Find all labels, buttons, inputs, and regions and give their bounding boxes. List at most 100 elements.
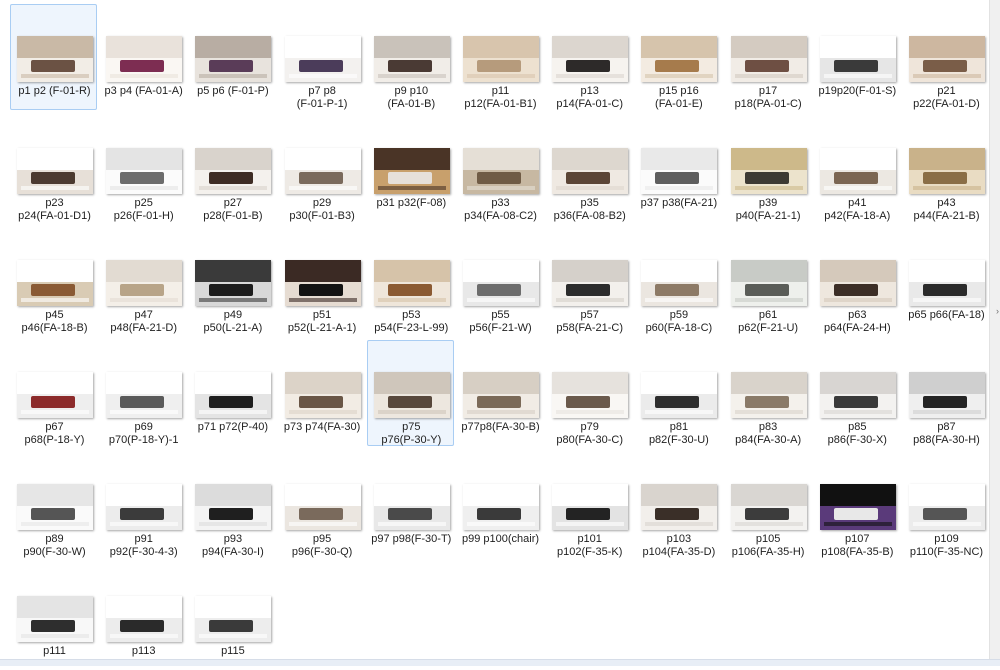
file-tile[interactable]: p103 p104(FA-35-D) bbox=[634, 452, 721, 558]
file-tile[interactable]: p51 p52(L-21-A-1) bbox=[278, 228, 365, 334]
file-tile[interactable]: p61 p62(F-21-U) bbox=[724, 228, 811, 334]
image-thumbnail[interactable] bbox=[373, 484, 450, 530]
file-tile[interactable]: p63 p64(FA-24-H) bbox=[813, 228, 900, 334]
image-thumbnail[interactable] bbox=[106, 260, 183, 306]
image-thumbnail[interactable] bbox=[730, 260, 807, 306]
file-tile[interactable]: p109 p110(F-35-NC) bbox=[902, 452, 989, 558]
file-tile[interactable]: p111 bbox=[10, 564, 97, 670]
file-tile[interactable]: p45 p46(FA-18-B) bbox=[10, 228, 97, 334]
file-tile[interactable]: p3 p4 (FA-01-A) bbox=[99, 4, 186, 110]
file-tile[interactable]: p33 p34(FA-08-C2) bbox=[456, 116, 543, 222]
file-tile[interactable]: p57 p58(FA-21-C) bbox=[545, 228, 632, 334]
image-thumbnail[interactable] bbox=[106, 484, 183, 530]
file-tile[interactable]: p35 p36(FA-08-B2) bbox=[545, 116, 632, 222]
image-thumbnail[interactable] bbox=[463, 148, 539, 194]
file-tile[interactable]: p83 p84(FA-30-A) bbox=[724, 340, 811, 446]
image-thumbnail[interactable] bbox=[552, 484, 629, 530]
file-tile[interactable]: p77p8(FA-30-B) bbox=[456, 340, 543, 446]
image-thumbnail[interactable] bbox=[641, 36, 718, 82]
image-thumbnail[interactable] bbox=[284, 372, 361, 418]
file-tile[interactable]: p107 p108(FA-35-B) bbox=[813, 452, 900, 558]
file-tile[interactable]: p9 p10 (FA-01-B) bbox=[367, 4, 454, 110]
file-tile[interactable]: p27 p28(F-01-B) bbox=[188, 116, 275, 222]
file-tile[interactable]: p91 p92(F-30-4-3) bbox=[99, 452, 186, 558]
file-tile[interactable]: p11 p12(FA-01-B1) bbox=[456, 4, 543, 110]
file-tile[interactable]: p87 p88(FA-30-H) bbox=[902, 340, 989, 446]
file-tile[interactable]: p85 p86(F-30-X) bbox=[813, 340, 900, 446]
image-thumbnail[interactable] bbox=[730, 372, 807, 418]
file-tile[interactable]: p17 p18(PA-01-C) bbox=[724, 4, 811, 110]
file-tile[interactable]: p13 p14(FA-01-C) bbox=[545, 4, 632, 110]
image-thumbnail[interactable] bbox=[463, 484, 539, 530]
image-thumbnail[interactable] bbox=[819, 36, 896, 82]
image-thumbnail[interactable] bbox=[730, 484, 807, 530]
file-tile[interactable]: p37 p38(FA-21) bbox=[634, 116, 721, 222]
file-tile[interactable]: p69 p70(P-18-Y)-1 bbox=[99, 340, 186, 446]
file-tile[interactable]: p113 bbox=[99, 564, 186, 670]
image-thumbnail[interactable] bbox=[463, 372, 539, 418]
image-thumbnail[interactable] bbox=[17, 372, 93, 418]
file-tile[interactable]: p41 p42(FA-18-A) bbox=[813, 116, 900, 222]
file-tile[interactable]: p99 p100(chair) bbox=[456, 452, 543, 558]
image-thumbnail[interactable] bbox=[106, 36, 183, 82]
image-thumbnail[interactable] bbox=[106, 596, 183, 642]
image-thumbnail[interactable] bbox=[284, 36, 361, 82]
image-thumbnail[interactable] bbox=[909, 260, 985, 306]
file-tile[interactable]: p67 p68(P-18-Y) bbox=[10, 340, 97, 446]
scroll-arrow-icon[interactable]: › bbox=[996, 306, 999, 316]
image-thumbnail[interactable] bbox=[909, 484, 985, 530]
image-thumbnail[interactable] bbox=[17, 260, 93, 306]
file-tile[interactable]: p101 p102(F-35-K) bbox=[545, 452, 632, 558]
file-tile[interactable]: p1 p2 (F-01-R) bbox=[10, 4, 97, 110]
file-tile[interactable]: p49 p50(L-21-A) bbox=[188, 228, 275, 334]
vertical-scrollbar[interactable]: › bbox=[989, 0, 1000, 660]
image-thumbnail[interactable] bbox=[373, 148, 450, 194]
file-tile[interactable]: p29 p30(F-01-B3) bbox=[278, 116, 365, 222]
file-tile[interactable]: p93 p94(FA-30-I) bbox=[188, 452, 275, 558]
file-tile[interactable]: p47 p48(FA-21-D) bbox=[99, 228, 186, 334]
image-thumbnail[interactable] bbox=[17, 36, 93, 82]
image-thumbnail[interactable] bbox=[909, 36, 985, 82]
image-thumbnail[interactable] bbox=[641, 148, 718, 194]
file-tile[interactable]: p15 p16 (FA-01-E) bbox=[634, 4, 721, 110]
file-tile[interactable]: p95 p96(F-30-Q) bbox=[278, 452, 365, 558]
file-tile[interactable]: p5 p6 (F-01-P) bbox=[188, 4, 275, 110]
file-tile[interactable]: p105 p106(FA-35-H) bbox=[724, 452, 811, 558]
image-thumbnail[interactable] bbox=[463, 36, 539, 82]
file-tile[interactable]: p89 p90(F-30-W) bbox=[10, 452, 97, 558]
image-thumbnail[interactable] bbox=[195, 372, 272, 418]
image-thumbnail[interactable] bbox=[819, 484, 896, 530]
image-thumbnail[interactable] bbox=[463, 260, 539, 306]
file-tile[interactable]: p75 p76(P-30-Y) bbox=[366, 340, 454, 446]
image-thumbnail[interactable] bbox=[730, 36, 807, 82]
image-thumbnail[interactable] bbox=[819, 148, 896, 194]
image-thumbnail[interactable] bbox=[909, 148, 985, 194]
image-thumbnail[interactable] bbox=[284, 260, 361, 306]
image-thumbnail[interactable] bbox=[195, 36, 272, 82]
file-tile[interactable]: p59 p60(FA-18-C) bbox=[634, 228, 721, 334]
file-tile[interactable]: p23 p24(FA-01-D1) bbox=[10, 116, 97, 222]
image-thumbnail[interactable] bbox=[730, 148, 807, 194]
image-thumbnail[interactable] bbox=[284, 148, 361, 194]
file-tile[interactable]: p19p20(F-01-S) bbox=[813, 4, 900, 110]
image-thumbnail[interactable] bbox=[552, 36, 629, 82]
file-tile[interactable]: p39 p40(FA-21-1) bbox=[724, 116, 811, 222]
file-tile[interactable]: p65 p66(FA-18) bbox=[902, 228, 989, 334]
image-thumbnail[interactable] bbox=[17, 484, 93, 530]
image-thumbnail[interactable] bbox=[195, 596, 272, 642]
image-thumbnail[interactable] bbox=[106, 372, 183, 418]
image-thumbnail[interactable] bbox=[373, 36, 450, 82]
file-tile[interactable]: p21 p22(FA-01-D) bbox=[902, 4, 989, 110]
image-thumbnail[interactable] bbox=[909, 372, 985, 418]
image-thumbnail[interactable] bbox=[17, 596, 93, 642]
image-thumbnail[interactable] bbox=[106, 148, 183, 194]
image-thumbnail[interactable] bbox=[17, 148, 93, 194]
file-tile[interactable]: p53 p54(F-23-L-99) bbox=[367, 228, 454, 334]
image-thumbnail[interactable] bbox=[373, 372, 450, 418]
file-tile[interactable]: p97 p98(F-30-T) bbox=[367, 452, 454, 558]
image-thumbnail[interactable] bbox=[641, 260, 718, 306]
file-tile[interactable]: p79 p80(FA-30-C) bbox=[545, 340, 632, 446]
file-tile[interactable]: p81 p82(F-30-U) bbox=[634, 340, 721, 446]
file-tile[interactable]: p71 p72(P-40) bbox=[188, 340, 275, 446]
image-thumbnail[interactable] bbox=[373, 260, 450, 306]
